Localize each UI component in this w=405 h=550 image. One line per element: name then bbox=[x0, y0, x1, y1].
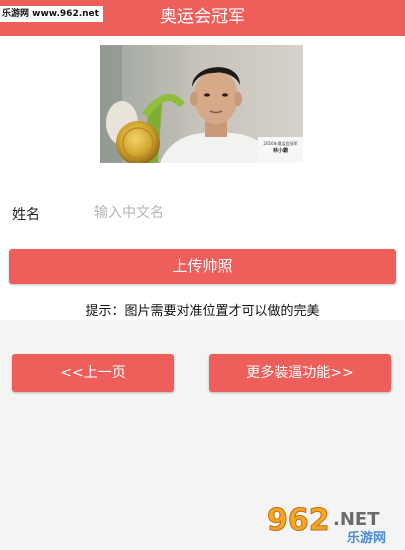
caption-line-1: 2016年奥运会冠军 bbox=[263, 141, 298, 146]
name-input[interactable] bbox=[88, 198, 394, 228]
champion-photo[interactable]: 2016年奥运会冠军 林小霸 bbox=[100, 45, 303, 163]
photo-caption: 2016年奥运会冠军 林小霸 bbox=[258, 141, 303, 154]
tip-text: 提示：图片需要对准位置才可以做的完美 bbox=[85, 304, 320, 319]
more-features-button[interactable]: 更多装逼功能>> bbox=[209, 354, 391, 392]
logo-962-text: 962 bbox=[267, 503, 330, 538]
site-logo-watermark: 962 .NET 乐游网 bbox=[267, 503, 387, 547]
caption-line-2: 林小霸 bbox=[272, 148, 288, 154]
logo-net-text: .NET bbox=[333, 509, 380, 530]
name-label: 姓名 bbox=[12, 207, 40, 223]
prev-page-button[interactable]: <<上一页 bbox=[12, 354, 174, 392]
upload-photo-button[interactable]: 上传帅照 bbox=[9, 249, 396, 284]
site-watermark: 乐游网 www.962.net bbox=[0, 6, 103, 22]
logo-cn-text: 乐游网 bbox=[347, 530, 386, 546]
